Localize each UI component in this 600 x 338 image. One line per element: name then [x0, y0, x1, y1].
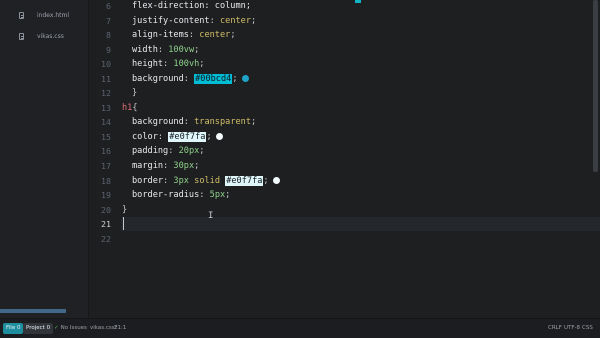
- line-number: 13: [101, 103, 111, 113]
- vertical-scrollbar[interactable]: [593, 0, 598, 172]
- css-property: padding: [132, 146, 169, 156]
- css-property: justify-content: [132, 16, 210, 26]
- code-line-11: background: #00bcd4;: [132, 74, 249, 84]
- css-keyword: solid: [194, 176, 221, 186]
- css-unit: px: [214, 190, 226, 200]
- code-line-12: }: [132, 88, 137, 98]
- code-line-7: justify-content: center;: [132, 16, 257, 26]
- brace: }: [132, 88, 138, 98]
- color-value-chip: #00bcd4: [194, 74, 233, 84]
- code-line-6: flex-direction: column;: [132, 1, 251, 11]
- line-number: 22: [101, 234, 111, 244]
- css-property: width: [132, 45, 158, 55]
- line-number: 18: [101, 176, 111, 186]
- file-count-badge[interactable]: File 0: [3, 323, 24, 334]
- css-value: center: [199, 30, 231, 40]
- active-line-highlight: [89, 217, 600, 231]
- line-number: 19: [101, 190, 111, 200]
- code-line-9: width: 100vw;: [132, 45, 200, 55]
- line-number: 7: [106, 16, 111, 26]
- line-number: 15: [101, 132, 111, 142]
- code-line-16: padding: 20px;: [132, 146, 205, 156]
- css-property: background: [132, 117, 184, 127]
- code-line-20: }: [122, 205, 127, 215]
- css-value: transparent: [194, 117, 252, 127]
- mouse-ibeam-icon: I: [208, 211, 214, 221]
- file-name: index.html: [37, 11, 69, 19]
- css-unit: px: [183, 161, 195, 171]
- line-number: 14: [101, 117, 111, 127]
- brace: {: [132, 103, 138, 113]
- css-unit: vh: [188, 59, 200, 69]
- css-number: 100: [168, 45, 184, 55]
- css-unit: px: [178, 176, 189, 186]
- code-line-15: color: #e0f7fa;: [132, 132, 223, 142]
- brace: }: [122, 205, 128, 215]
- highlight-marker: [355, 0, 361, 3]
- encoding-selector[interactable]: UTF-8: [564, 323, 580, 334]
- file-icon: [19, 11, 24, 19]
- file-name: vikas.css: [37, 32, 64, 40]
- line-number: 10: [101, 59, 111, 69]
- code-line-17: margin: 30px;: [132, 161, 200, 171]
- css-property: align-items: [132, 30, 189, 40]
- line-number: 16: [101, 146, 111, 156]
- color-swatch-icon[interactable]: [272, 177, 280, 184]
- line-number-active: 21: [101, 219, 111, 229]
- line-number: 12: [101, 88, 111, 98]
- line-number: 17: [101, 161, 111, 171]
- css-selector: h1: [122, 103, 133, 113]
- css-property: height: [132, 59, 164, 69]
- css-number: 20: [178, 146, 189, 156]
- code-line-18: border: 3px solid #e0f7fa;: [132, 176, 280, 186]
- file-icon: [19, 32, 24, 40]
- code-line-10: height: 100vh;: [132, 59, 205, 69]
- code-text: flex-direction: column;: [132, 1, 251, 11]
- css-number: 30: [173, 161, 184, 171]
- css-number: 100: [173, 59, 189, 69]
- css-property: color: [132, 132, 158, 142]
- issues-label: No Issues: [60, 325, 87, 331]
- css-property: background: [132, 74, 184, 84]
- code-editor[interactable]: 6 7 8 9 10 11 12 13 14 15 16 17 18 19 20…: [89, 0, 600, 318]
- css-value: center: [219, 16, 252, 26]
- line-number-gutter: 6 7 8 9 10 11 12 13 14 15 16 17 18 19 20…: [89, 0, 121, 318]
- line-ending-selector[interactable]: CRLF: [548, 323, 562, 334]
- text-cursor: [123, 217, 124, 230]
- line-number: 11: [101, 74, 111, 84]
- code-line-14: background: transparent;: [132, 117, 257, 127]
- code-line-19: border-radius: 5px;: [132, 190, 231, 200]
- color-swatch-icon[interactable]: [215, 133, 223, 140]
- color-swatch-icon[interactable]: [241, 75, 249, 82]
- issues-indicator[interactable]: ✓ No Issues: [54, 323, 87, 334]
- code-line-8: align-items: center;: [132, 30, 236, 40]
- line-number: 6: [106, 1, 111, 11]
- cursor-position[interactable]: 21:1: [114, 323, 126, 334]
- line-number: 8: [106, 30, 111, 40]
- line-number: 20: [101, 205, 111, 215]
- line-number: 9: [106, 45, 111, 55]
- check-icon: ✓: [54, 325, 59, 331]
- css-unit: vw: [183, 45, 195, 55]
- sidebar-horizontal-scrollbar[interactable]: [0, 309, 66, 313]
- file-item-vikas-css[interactable]: vikas.css: [0, 27, 88, 45]
- color-value-chip: #e0f7fa: [168, 132, 207, 142]
- tree-view: index.html vikas.css: [0, 0, 89, 318]
- css-property: margin: [132, 161, 164, 171]
- css-property: border: [132, 176, 164, 186]
- syntax-selector[interactable]: CSS: [582, 323, 593, 334]
- file-item-index-html[interactable]: index.html: [0, 6, 88, 24]
- project-count-badge[interactable]: Project 0: [23, 323, 54, 334]
- code-line-13: h1{: [122, 103, 138, 113]
- color-value-chip: #e0f7fa: [225, 176, 264, 186]
- css-property: border-radius: [132, 190, 200, 200]
- css-unit: px: [188, 146, 200, 156]
- status-bar: File 0 Project 0 ✓ No Issues vikas.css* 2…: [0, 318, 600, 338]
